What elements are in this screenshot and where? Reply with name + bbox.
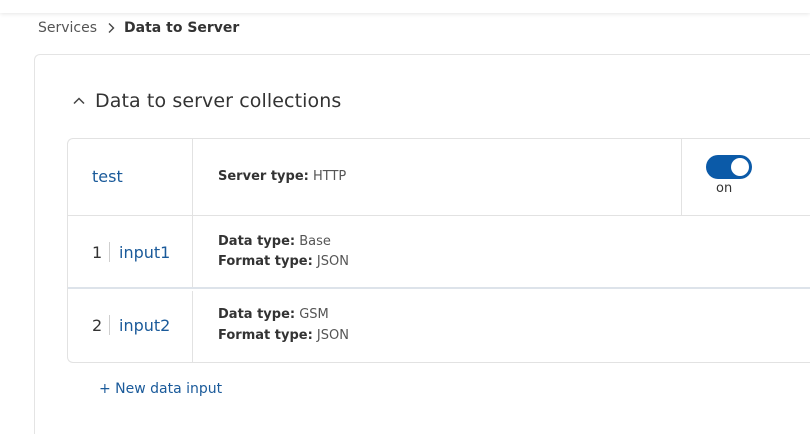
index-divider — [109, 315, 110, 335]
toggle-knob — [731, 158, 749, 176]
new-data-input-link[interactable]: + New data input — [99, 381, 222, 397]
collections-table: test Server type: HTTP on 1 input1 Data … — [67, 138, 810, 363]
input-name-cell: 2 input2 — [68, 291, 193, 362]
index-divider — [109, 242, 110, 262]
collection-name-link[interactable]: test — [92, 167, 123, 186]
data-type-value: GSM — [299, 307, 329, 322]
format-type: Format type: JSON — [218, 254, 349, 269]
data-type-label: Data type: — [218, 307, 296, 322]
input-row: 2 input2 Data type: GSM Format type: JSO… — [68, 291, 810, 362]
toggle-state-label: on — [716, 181, 733, 196]
data-type-label: Data type: — [218, 234, 296, 249]
breadcrumb: Services Data to Server — [38, 19, 239, 37]
toggle-cell: on — [681, 139, 810, 215]
collection-name-cell: test — [68, 139, 193, 215]
enable-toggle[interactable] — [706, 155, 752, 179]
format-type: Format type: JSON — [218, 328, 349, 343]
section-title: Data to server collections — [95, 90, 342, 112]
format-type-label: Format type: — [218, 254, 313, 269]
chevron-up-icon[interactable] — [70, 92, 88, 110]
input-name-cell: 1 input1 — [68, 216, 193, 287]
server-type-label: Server type: — [218, 169, 309, 184]
chevron-right-icon — [101, 21, 121, 35]
input-index: 1 — [92, 243, 103, 262]
input-name-link[interactable]: input1 — [119, 243, 170, 262]
server-type-value: HTTP — [312, 169, 347, 184]
top-bar — [0, 0, 810, 13]
collection-row: test Server type: HTTP on — [68, 139, 810, 216]
data-type-value: Base — [299, 234, 331, 249]
format-type-value: JSON — [316, 254, 349, 269]
section-header[interactable]: Data to server collections — [70, 88, 341, 114]
input-index: 2 — [92, 316, 103, 335]
breadcrumb-current: Data to Server — [124, 20, 240, 36]
server-type: Server type: HTTP — [218, 169, 346, 184]
input-row: 1 input1 Data type: Base Format type: JS… — [68, 216, 810, 289]
format-type-label: Format type: — [218, 328, 313, 343]
data-type: Data type: Base — [218, 234, 331, 249]
input-name-link[interactable]: input2 — [119, 316, 170, 335]
breadcrumb-services[interactable]: Services — [38, 20, 97, 36]
data-type: Data type: GSM — [218, 307, 329, 322]
format-type-value: JSON — [316, 328, 349, 343]
